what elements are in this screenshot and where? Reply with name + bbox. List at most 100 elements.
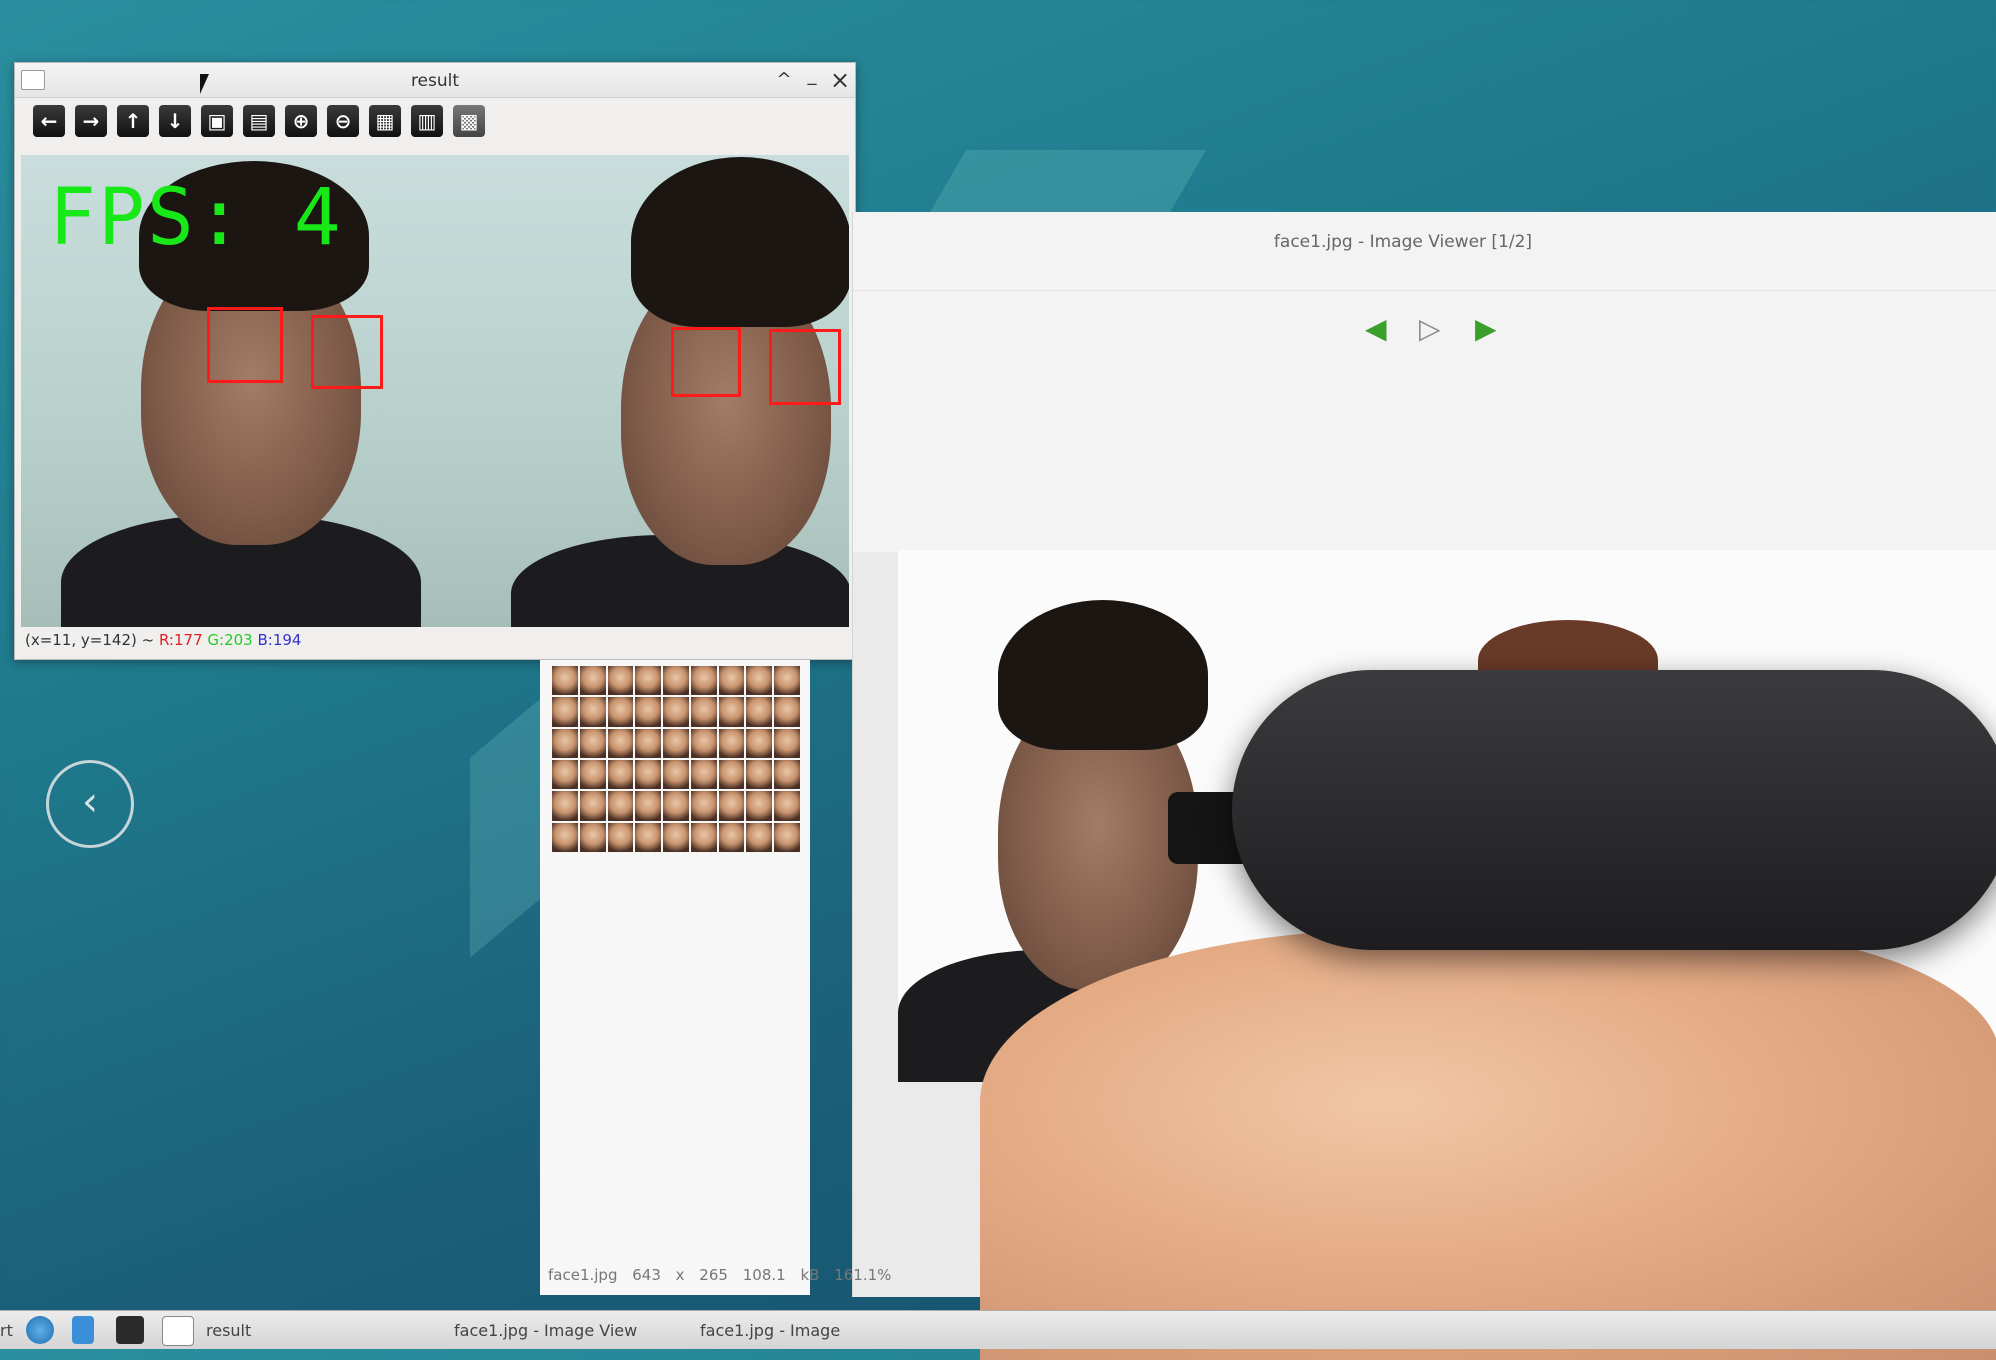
thumbnail-panel bbox=[540, 660, 810, 1295]
face-thumbnail bbox=[635, 728, 662, 758]
taskbar-item-result[interactable]: result bbox=[206, 1321, 251, 1340]
face-thumbnail bbox=[607, 822, 634, 852]
face-thumbnail bbox=[690, 728, 717, 758]
pan-down-button[interactable]: ↓ bbox=[159, 105, 191, 137]
previous-image-button[interactable]: ◀ bbox=[1365, 312, 1387, 345]
face-thumbnail bbox=[746, 697, 773, 727]
file-manager-icon[interactable] bbox=[72, 1316, 94, 1344]
status-filename: face1.jpg bbox=[548, 1266, 618, 1284]
webcam bbox=[1232, 670, 1996, 950]
face-thumbnail bbox=[607, 728, 634, 758]
divider bbox=[853, 290, 1996, 291]
face-thumbnail bbox=[579, 822, 606, 852]
face-thumbnail bbox=[690, 697, 717, 727]
face-thumbnail bbox=[663, 822, 689, 852]
face-thumbnail bbox=[607, 697, 634, 727]
face-thumbnail bbox=[718, 697, 745, 727]
face-thumbnail bbox=[746, 728, 773, 758]
pan-right-button[interactable]: → bbox=[75, 105, 107, 137]
eye-detection-box bbox=[671, 327, 741, 397]
webcam-frame[interactable]: FPS: 4 bbox=[21, 155, 849, 627]
face-thumbnail bbox=[552, 791, 578, 821]
face-thumbnail bbox=[690, 791, 717, 821]
zoom-original-button[interactable]: ▤ bbox=[243, 105, 275, 137]
pan-up-button[interactable]: ↑ bbox=[117, 105, 149, 137]
face-thumbnail bbox=[690, 822, 717, 852]
face-thumbnail bbox=[774, 697, 800, 727]
face-thumbnail bbox=[774, 760, 800, 790]
face-thumbnail bbox=[579, 697, 606, 727]
face-thumbnail bbox=[607, 791, 634, 821]
eye-detection-box bbox=[311, 315, 383, 389]
mouse-cursor-icon bbox=[200, 74, 209, 94]
green-value: G:203 bbox=[207, 631, 253, 649]
face-thumbnail bbox=[607, 760, 634, 790]
face-thumbnail bbox=[579, 666, 606, 696]
photo-prev-button[interactable]: ‹ bbox=[46, 760, 134, 848]
face-thumbnail bbox=[579, 791, 606, 821]
face-thumbnail bbox=[552, 760, 578, 790]
start-button[interactable]: rt bbox=[0, 1321, 13, 1340]
face-thumbnail bbox=[663, 728, 689, 758]
fps-overlay: FPS: 4 bbox=[49, 173, 343, 263]
blue-value: B:194 bbox=[257, 631, 302, 649]
face-thumbnail bbox=[579, 760, 606, 790]
zoom-out-button[interactable]: ⊖ bbox=[327, 105, 359, 137]
face-thumbnail bbox=[718, 728, 745, 758]
face-thumbnail bbox=[635, 697, 662, 727]
face-thumbnail bbox=[607, 666, 634, 696]
copy-clipboard-button[interactable]: ▥ bbox=[411, 105, 443, 137]
browser-icon[interactable] bbox=[26, 1316, 54, 1344]
eye-detection-box bbox=[769, 329, 841, 405]
next-image-button[interactable]: ▶ bbox=[1475, 312, 1497, 345]
face-thumbnail bbox=[746, 760, 773, 790]
properties-button[interactable]: ▩ bbox=[453, 105, 485, 137]
hand bbox=[980, 930, 1996, 1360]
face-thumbnail bbox=[718, 791, 745, 821]
image-viewer-status-bar: face1.jpg 643 x 265 108.1 kB 161.1% bbox=[548, 1266, 891, 1284]
face-thumbnail bbox=[663, 666, 689, 696]
save-button[interactable]: ▦ bbox=[369, 105, 401, 137]
cursor-coords: (x=11, y=142) ~ bbox=[25, 631, 155, 649]
face-thumbnail bbox=[746, 666, 773, 696]
face-thumbnail bbox=[690, 666, 717, 696]
face-thumbnail bbox=[635, 822, 662, 852]
face-thumbnail bbox=[552, 697, 578, 727]
face-thumbnail bbox=[774, 728, 800, 758]
face-collage-thumbnail[interactable] bbox=[552, 666, 800, 852]
taskbar-item-image-viewer[interactable]: face1.jpg - Image View bbox=[454, 1321, 637, 1340]
face-thumbnail bbox=[635, 791, 662, 821]
face-thumbnail bbox=[718, 822, 745, 852]
face-thumbnail bbox=[552, 728, 578, 758]
zoom-in-button[interactable]: ⊕ bbox=[285, 105, 317, 137]
red-value: R:177 bbox=[158, 631, 203, 649]
close-button[interactable]: × bbox=[827, 67, 853, 93]
face-thumbnail bbox=[718, 666, 745, 696]
face-thumbnail bbox=[746, 822, 773, 852]
face-thumbnail bbox=[774, 666, 800, 696]
slideshow-play-button[interactable]: ▷ bbox=[1419, 312, 1441, 345]
face-thumbnail bbox=[552, 822, 578, 852]
face-thumbnail bbox=[746, 791, 773, 821]
eye-detection-box bbox=[207, 307, 283, 383]
window-icon bbox=[162, 1316, 194, 1346]
face-thumbnail bbox=[774, 822, 800, 852]
face-thumbnail bbox=[718, 760, 745, 790]
minimize-button[interactable]: _ bbox=[799, 63, 825, 89]
maximize-button[interactable]: ^ bbox=[771, 67, 797, 93]
face-thumbnail bbox=[635, 666, 662, 696]
face-thumbnail bbox=[552, 666, 578, 696]
taskbar: rt result face1.jpg - Image View face1.j… bbox=[0, 1310, 1996, 1349]
taskbar-item-image-viewer-2[interactable]: face1.jpg - Image bbox=[700, 1321, 840, 1340]
result-window: result ^ _ × ← → ↑ ↓ ▣ ▤ ⊕ ⊖ ▦ ▥ ▩ FPS: … bbox=[14, 62, 856, 660]
pan-left-button[interactable]: ← bbox=[33, 105, 65, 137]
face-thumbnail bbox=[663, 760, 689, 790]
face-thumbnail bbox=[635, 760, 662, 790]
photo-person-hair bbox=[998, 600, 1208, 750]
window-title: result bbox=[410, 71, 460, 91]
zoom-fit-button[interactable]: ▣ bbox=[201, 105, 233, 137]
result-window-titlebar[interactable]: result ^ _ × bbox=[15, 63, 855, 98]
terminal-icon[interactable] bbox=[116, 1316, 144, 1344]
pixel-status-bar: (x=11, y=142) ~ R:177 G:203 B:194 bbox=[25, 631, 301, 649]
status-filesize: 108.1 kB bbox=[742, 1266, 820, 1284]
